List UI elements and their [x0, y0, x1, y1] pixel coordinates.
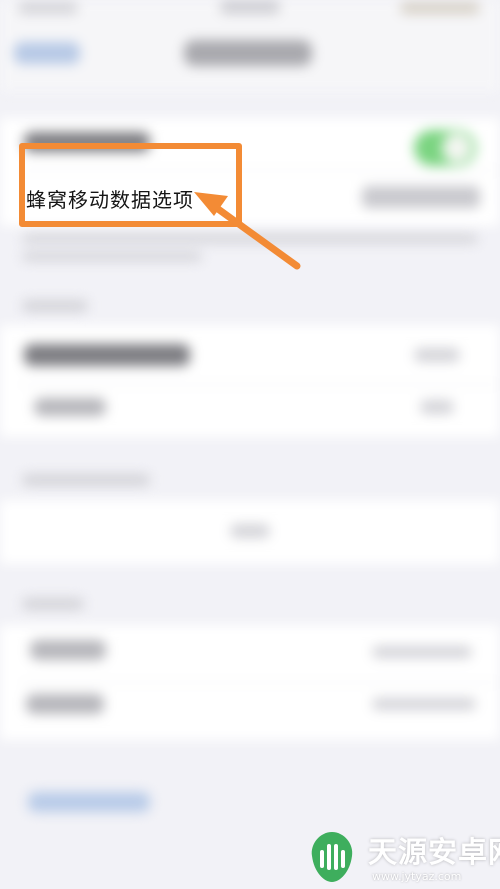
android-logo-icon — [311, 832, 353, 882]
watermark-title: 天源安卓网 — [368, 835, 500, 869]
watermark: 天源安卓网 www.jytyaz.com — [300, 826, 500, 886]
arrow-pointer-icon — [194, 192, 301, 270]
watermark-url: www.jytyaz.com — [372, 870, 462, 883]
